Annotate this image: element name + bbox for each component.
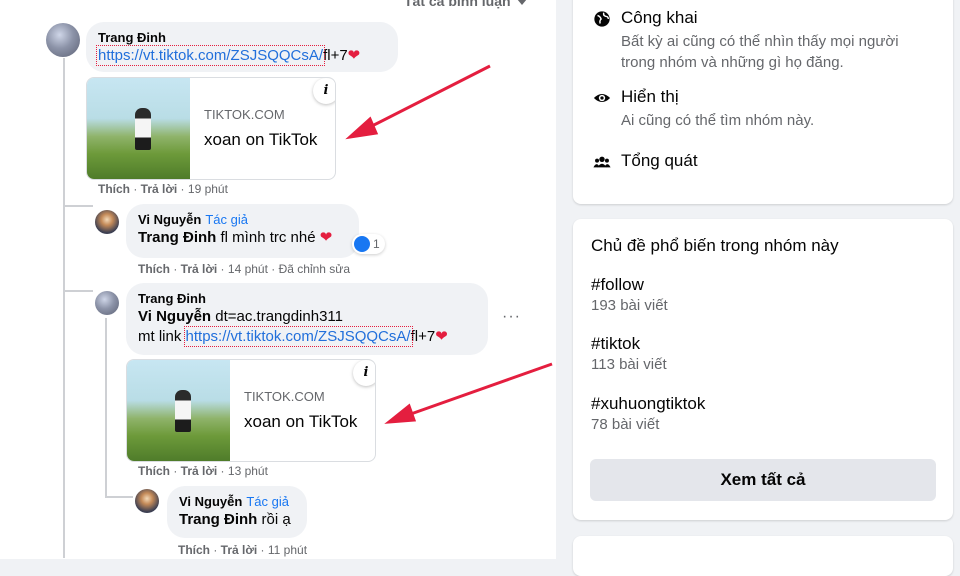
about-description: Ai cũng có thể tìm nhóm này. [621, 112, 815, 129]
topic-name[interactable]: #xuhuongtiktok [591, 393, 705, 415]
topic-name[interactable]: #tiktok [591, 333, 667, 355]
annotation-arrow [367, 64, 491, 130]
about-title: Công khai [621, 8, 698, 27]
about-description: Bất kỳ ai cũng có thể nhìn thấy mọi ngườ… [621, 33, 899, 71]
globe-icon [594, 11, 610, 27]
eye-icon [593, 93, 611, 103]
annotation-arrowhead [384, 403, 417, 424]
topic-count: 113 bài viết [591, 356, 667, 373]
annotation-arrow [407, 362, 553, 417]
topics-heading: Chủ đề phổ biến trong nhóm này [591, 236, 839, 255]
topic-name[interactable]: #follow [591, 274, 668, 296]
topic-count: 78 bài viết [591, 416, 660, 433]
people-icon [593, 156, 611, 168]
see-all-button[interactable]: Xem tất cả [590, 459, 936, 501]
topic-count: 193 bài viết [591, 297, 668, 314]
annotation-arrows [345, 64, 553, 424]
comments-feed: Tất cả bình luận Trang Đinh https://vt.t… [0, 0, 556, 559]
topic-item[interactable]: #xuhuongtiktok 78 bài viết [591, 393, 705, 435]
next-panel [573, 536, 953, 576]
topic-item[interactable]: #tiktok 113 bài viết [591, 333, 667, 375]
group-about-panel: Công khai Bất kỳ ai cũng có thể nhìn thấ… [573, 0, 953, 204]
about-title: Tổng quát [621, 151, 698, 170]
topic-item[interactable]: #follow 193 bài viết [591, 274, 668, 316]
about-title: Hiển thị [621, 87, 679, 106]
popular-topics-panel: Chủ đề phổ biến trong nhóm này #follow 1… [573, 219, 953, 520]
annotation-arrowhead [345, 116, 379, 140]
